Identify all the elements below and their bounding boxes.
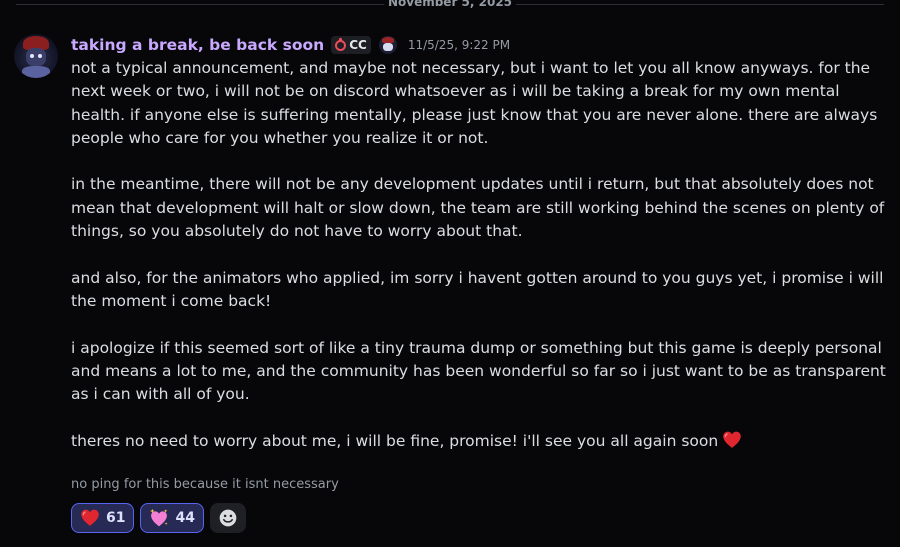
divider-line-right [516,4,884,5]
red-heart-icon [723,431,741,448]
date-divider: November 5, 2025 [0,0,900,10]
reaction-red-heart[interactable]: 61 [71,503,135,533]
reactions-bar: 61 44 [71,503,246,533]
divider-date: November 5, 2025 [387,0,513,9]
reaction-count: 61 [106,510,126,526]
message-subtext: no ping for this because it isnt necessa… [71,477,339,492]
message-paragraph-last: theres no need to worry about me, i will… [71,430,891,453]
sparkling-heart-icon [150,508,169,527]
message-content: not a typical announcement, and maybe no… [71,57,891,476]
message-paragraph: not a typical announcement, and maybe no… [71,59,878,147]
role-icon[interactable] [378,36,397,54]
red-heart-icon [81,509,99,526]
message-paragraph: i apologize if this seemed sort of like … [71,338,886,404]
message-paragraph: theres no need to worry about me, i will… [71,431,719,450]
reaction-count: 44 [175,510,195,526]
message-paragraph: in the meantime, there will not be any d… [71,175,885,241]
server-tag[interactable]: CC [331,36,371,54]
add-reaction-button[interactable] [209,503,246,533]
message-header: taking a break, be back soon CC 11/5/25,… [71,34,510,56]
server-tag-label: CC [349,38,367,52]
divider-line-left [16,4,384,5]
username[interactable]: taking a break, be back soon [71,36,324,54]
smiley-add-icon [219,509,237,527]
timestamp[interactable]: 11/5/25, 9:22 PM [408,38,510,52]
reaction-sparkling-heart[interactable]: 44 [140,503,204,533]
tag-badge-icon [335,37,347,51]
avatar[interactable] [14,34,58,78]
message-paragraph: and also, for the animators who applied,… [71,268,884,310]
